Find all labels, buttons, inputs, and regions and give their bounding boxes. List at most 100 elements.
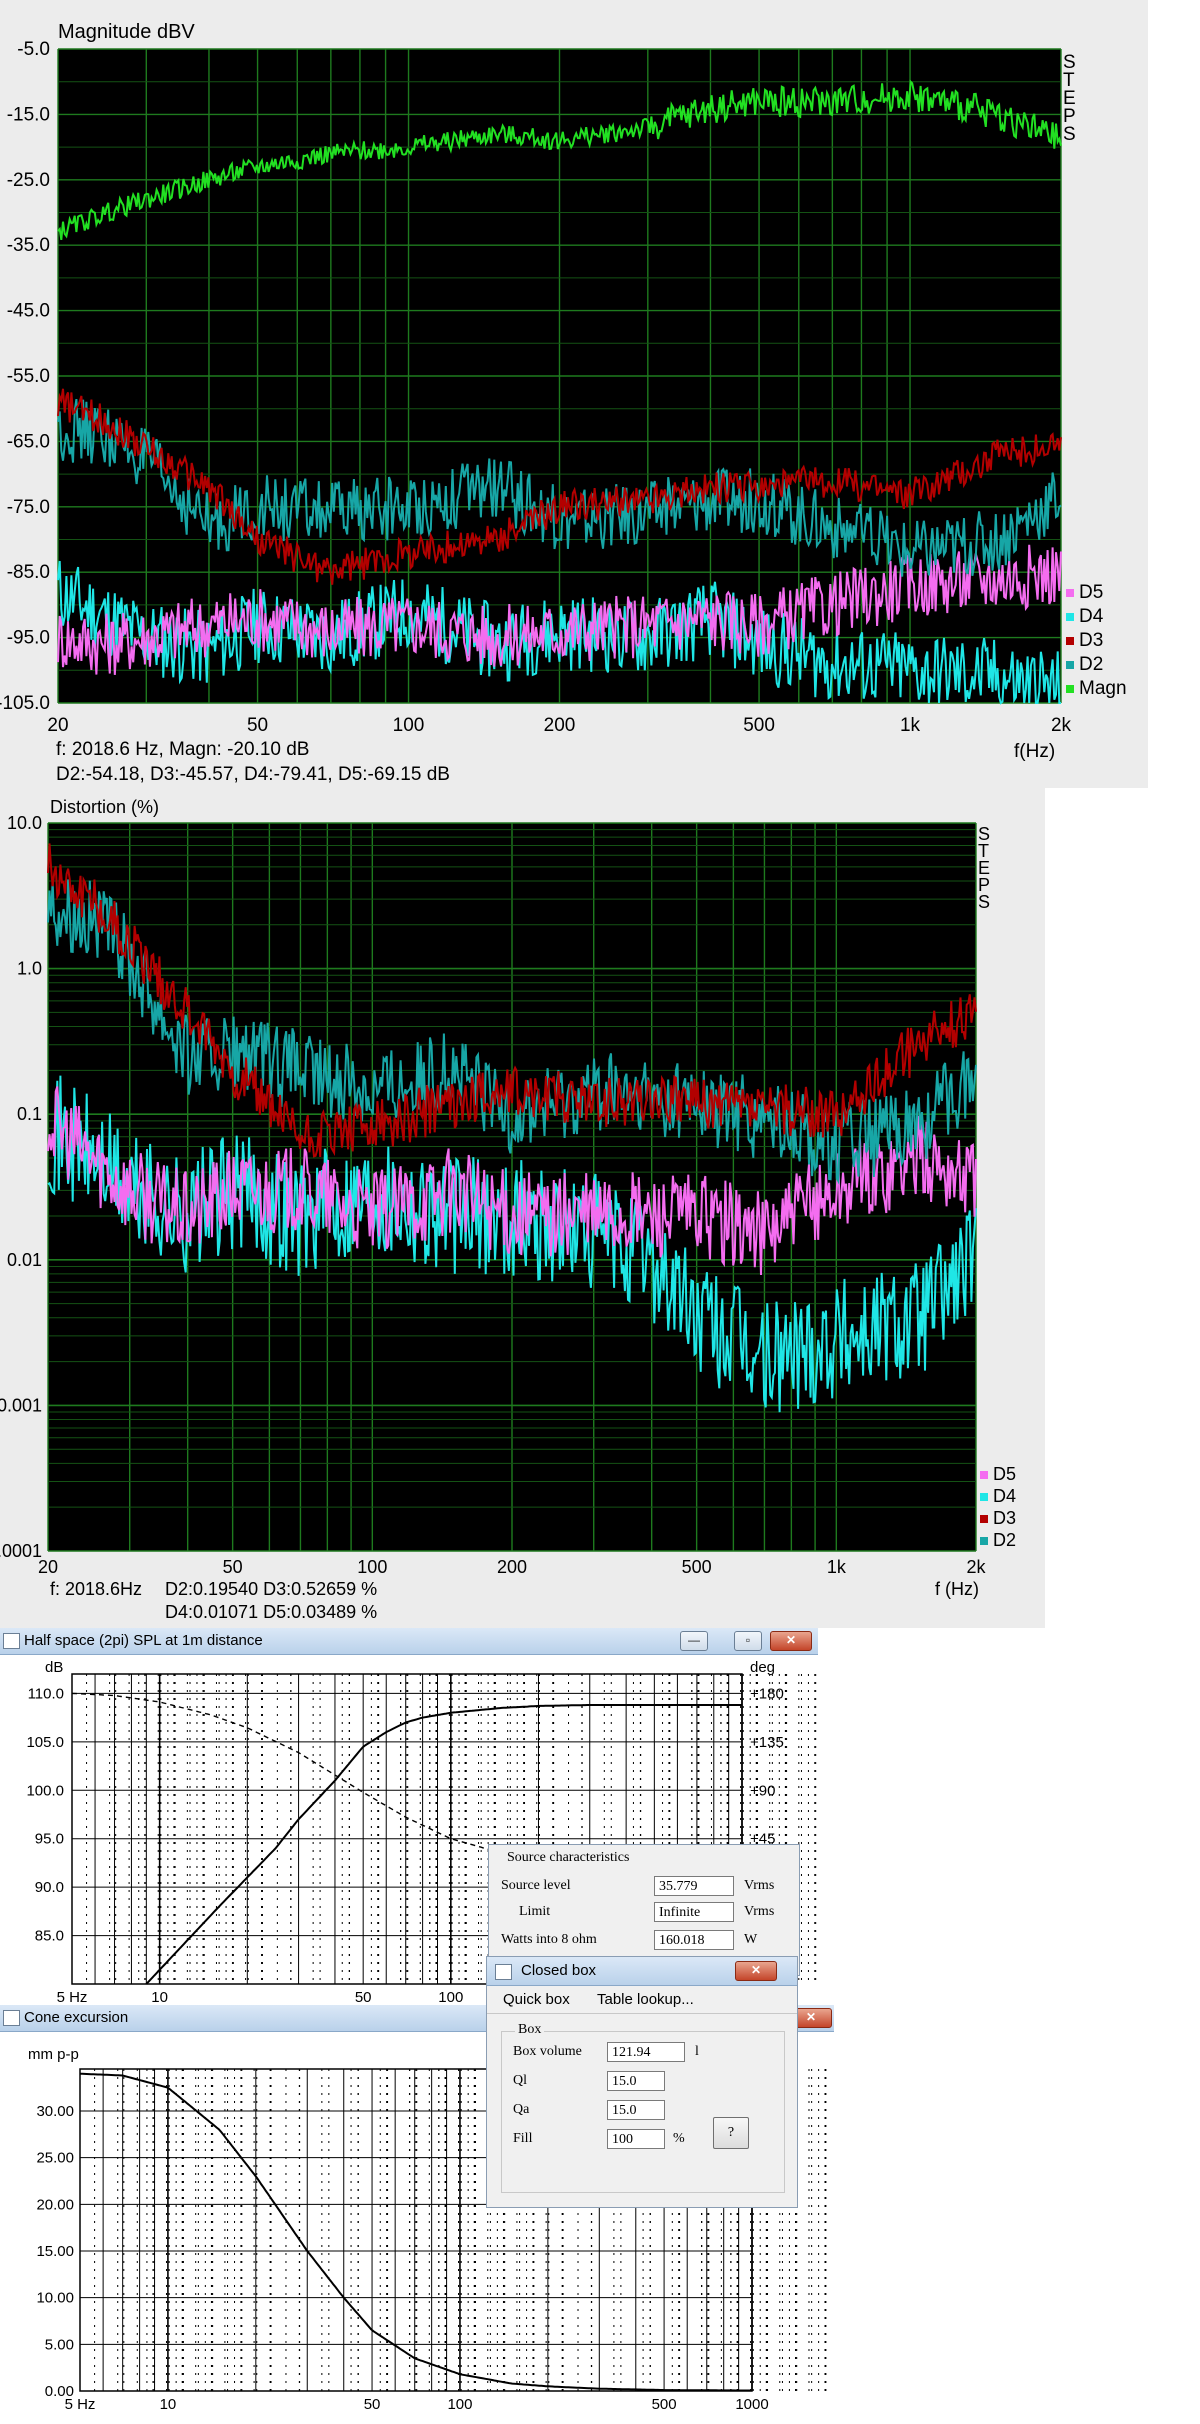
- y-tick-label: -15.0: [7, 104, 50, 125]
- legend-label: D5: [1079, 582, 1103, 603]
- x-tick-label: 50: [247, 715, 268, 736]
- magnitude-steps-label: STEPS: [1063, 52, 1076, 145]
- y-tick-label: 0.1: [17, 1104, 42, 1124]
- y-tick-label: -105.0: [0, 693, 50, 714]
- chart-window-icon: [3, 1633, 20, 1649]
- y-tick-label: -35.0: [7, 235, 50, 256]
- x-tick-label: 500: [743, 715, 775, 736]
- source-level-label: Source level: [501, 1878, 571, 1893]
- menu-table-lookup[interactable]: Table lookup...: [597, 1991, 694, 2008]
- y-tick-label: 95.0: [35, 1831, 64, 1848]
- qa-label: Qa: [513, 2102, 530, 2117]
- x-tick-label: 200: [544, 715, 576, 736]
- menu-quick-box[interactable]: Quick box: [503, 1991, 570, 2008]
- y-tick-label: 90.0: [35, 1879, 64, 1896]
- magnitude-x-unit: f(Hz): [1014, 741, 1055, 762]
- closed-box-titlebar[interactable]: Closed box ✕: [487, 1957, 797, 1986]
- y-tick-label: -45.0: [7, 301, 50, 322]
- watts-field[interactable]: 160.018: [654, 1930, 734, 1950]
- limit-field[interactable]: Infinite: [654, 1902, 734, 1922]
- legend-swatch: [980, 1515, 988, 1523]
- source-level-field[interactable]: 35.779: [654, 1876, 734, 1896]
- ql-field[interactable]: 15.0: [607, 2071, 665, 2091]
- source-level-unit: Vrms: [744, 1878, 775, 1893]
- x-tick-label: 10: [160, 2396, 177, 2413]
- legend-label: D3: [993, 1508, 1016, 1528]
- distortion-panel: Distortion (%) STEPS 10.0 1.0 0.1 0.01 0.001…: [0, 788, 1045, 1628]
- limit-label: Limit: [519, 1904, 551, 1919]
- box-volume-unit: l: [695, 2044, 699, 2059]
- x-tick-label: 200: [497, 1557, 527, 1577]
- legend-swatch: [1066, 637, 1074, 645]
- closed-box-close-button[interactable]: ✕: [735, 1961, 777, 1981]
- fill-unit: %: [673, 2131, 685, 2146]
- y-tick-label: 85.0: [35, 1928, 64, 1945]
- spl-y-unit: dB: [45, 1659, 63, 1676]
- watts-label: Watts into 8 ohm: [501, 1932, 597, 1947]
- fill-label: Fill: [513, 2131, 533, 2146]
- y-tick-label: -25.0: [7, 170, 50, 191]
- magnitude-chart: Magnitude dBV STEPS -5.0 -15.0 -25.0 -35.0 -…: [0, 21, 1127, 785]
- source-dialog-title: Source characteristics: [507, 1850, 630, 1865]
- qa-field[interactable]: 15.0: [607, 2100, 665, 2120]
- legend-swatch: [980, 1537, 988, 1545]
- y2-tick-label: +180: [750, 1685, 784, 1702]
- magnitude-readout-2: D2:-54.18, D3:-45.57, D4:-79.41, D5:-69.…: [56, 764, 450, 785]
- magnitude-title: Magnitude dBV: [58, 21, 195, 43]
- x-tick-label: 1000: [735, 2396, 768, 2413]
- distortion-x-unit: f (Hz): [935, 1579, 979, 1599]
- box-volume-field[interactable]: 121.94: [607, 2042, 685, 2062]
- legend-swatch: [980, 1471, 988, 1479]
- y-tick-label: 5.00: [45, 2336, 74, 2353]
- x-tick-label: 20: [47, 715, 68, 736]
- spl-y2-unit: deg: [750, 1659, 775, 1676]
- x-tick-label: 1k: [900, 715, 921, 736]
- legend-swatch: [1066, 685, 1074, 693]
- y-tick-label: 100.0: [26, 1782, 64, 1799]
- magnitude-readout-1: f: 2018.6 Hz, Magn: -20.10 dB: [56, 739, 310, 760]
- x-tick-label: 10: [151, 1989, 168, 2006]
- y-tick-label: 15.00: [36, 2243, 74, 2260]
- y-tick-label: 30.00: [36, 2103, 74, 2120]
- cone-window-title: Cone excursion: [24, 2009, 129, 2026]
- distortion-readout-1: D2:0.19540 D3:0.52659 %: [165, 1579, 377, 1599]
- y-tick-label: 0.001: [0, 1395, 42, 1415]
- y-tick-label: -5.0: [17, 39, 50, 60]
- legend-swatch: [1066, 589, 1074, 597]
- x-tick-label: 500: [682, 1557, 712, 1577]
- y2-tick-label: +90: [750, 1782, 775, 1799]
- y-tick-label: 0.0001: [0, 1541, 42, 1561]
- y-tick-label: 0.01: [7, 1250, 42, 1270]
- legend-label: D3: [1079, 630, 1103, 651]
- close-button[interactable]: ✕: [770, 1631, 812, 1651]
- limit-unit: Vrms: [744, 1904, 775, 1919]
- x-tick-label: 5 Hz: [57, 1989, 88, 2006]
- x-tick-label: 2k: [1051, 715, 1072, 736]
- magnitude-panel: Magnitude dBV STEPS -5.0 -15.0 -25.0 -35.0 -…: [0, 0, 1148, 788]
- spl-window-title: Half space (2pi) SPL at 1m distance: [24, 1632, 263, 1649]
- y-tick-label: -75.0: [7, 497, 50, 518]
- fill-field[interactable]: 100: [607, 2129, 665, 2149]
- spl-window-titlebar[interactable]: Half space (2pi) SPL at 1m distance — ▫ …: [0, 1628, 818, 1655]
- legend-label: Magn: [1079, 678, 1127, 699]
- x-tick-label: 100: [447, 2396, 472, 2413]
- y-tick-label: -65.0: [7, 431, 50, 452]
- watts-unit: W: [744, 1932, 758, 1947]
- help-button[interactable]: ?: [713, 2117, 749, 2149]
- distortion-title: Distortion (%): [50, 797, 159, 817]
- x-tick-label: 5 Hz: [65, 2396, 96, 2413]
- legend-label: D5: [993, 1464, 1016, 1484]
- x-tick-label: 2k: [966, 1557, 986, 1577]
- y-tick-label: 10.0: [7, 813, 42, 833]
- y-tick-label: 25.00: [36, 2150, 74, 2167]
- y-tick-label: 105.0: [26, 1734, 64, 1751]
- x-tick-label: 500: [652, 2396, 677, 2413]
- distortion-readout-2: D4:0.01071 D5:0.03489 %: [165, 1602, 377, 1622]
- maximize-button[interactable]: ▫: [734, 1631, 762, 1651]
- distortion-readout-f: f: 2018.6Hz: [50, 1579, 142, 1599]
- chart-window-icon: [3, 2010, 20, 2026]
- legend-label: D2: [993, 1530, 1016, 1550]
- minimize-button[interactable]: —: [680, 1631, 708, 1651]
- y-tick-label: 10.00: [36, 2290, 74, 2307]
- x-tick-label: 50: [355, 1989, 372, 2006]
